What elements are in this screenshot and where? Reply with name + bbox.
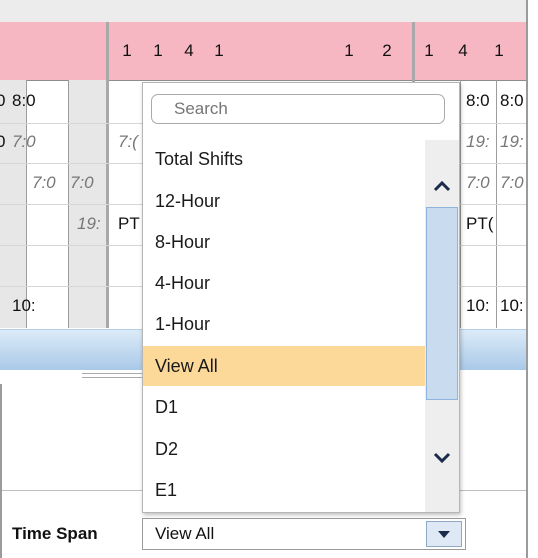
grid-cell: 0 <box>0 132 6 151</box>
grid-cell: 10: <box>466 296 490 315</box>
grid-cell: 7:0 <box>466 173 490 192</box>
grid-cell: 10: <box>12 296 36 315</box>
time-span-label: Time Span <box>12 524 98 543</box>
scroll-thumb[interactable] <box>426 207 458 400</box>
time-span-select[interactable]: View All <box>142 518 466 550</box>
grid-line <box>106 22 109 328</box>
day-number: 1 <box>153 41 163 60</box>
option-d1[interactable]: D1 <box>143 388 425 426</box>
option-e1[interactable]: E1 <box>143 471 425 509</box>
caret-down-icon <box>438 531 450 538</box>
grid-cell: 10: <box>500 296 524 315</box>
grid-cell: 8:0 <box>500 91 524 110</box>
time-span-dropdown-list: Total Shifts 12-Hour 8-Hour 4-Hour 1-Hou… <box>142 82 460 513</box>
scroll-up-button[interactable] <box>425 171 459 201</box>
grid-top-bar <box>0 0 528 23</box>
option-12-hour[interactable]: 12-Hour <box>143 182 425 220</box>
grid-cell: 8:0 <box>12 91 36 110</box>
option-total-shifts[interactable]: Total Shifts <box>143 140 425 178</box>
grid-cell: 7:0 <box>12 132 36 151</box>
time-span-dropdown-button[interactable] <box>426 521 462 547</box>
window-edge <box>0 384 2 558</box>
option-1-hour[interactable]: 1-Hour <box>143 305 425 343</box>
option-8-hour[interactable]: 8-Hour <box>143 223 425 261</box>
option-d2[interactable]: D2 <box>143 430 425 468</box>
grid-cell: 0 <box>0 91 6 110</box>
grid-cell: 7:0 <box>70 173 94 192</box>
date-header-row <box>0 22 528 81</box>
grid-cell: 7:0 <box>32 173 56 192</box>
day-number: 1 <box>494 41 504 60</box>
day-number: 1 <box>344 41 354 60</box>
option-view-all[interactable]: View All <box>143 346 425 386</box>
splitter-grip[interactable] <box>82 373 144 374</box>
chevron-up-icon <box>433 180 451 192</box>
day-number: 1 <box>214 41 224 60</box>
day-number: 4 <box>184 41 194 60</box>
grid-cell: 19: <box>500 132 524 151</box>
grid-cell: 8:0 <box>466 91 490 110</box>
grid-cell: 7:0 <box>500 173 524 192</box>
chevron-down-icon <box>433 452 451 464</box>
scroll-down-button[interactable] <box>425 443 459 473</box>
grid-cell: PT( <box>466 214 494 233</box>
grid-cell: : <box>0 296 1 316</box>
grid-cell: PT <box>118 214 140 233</box>
day-number: 4 <box>458 41 468 60</box>
grid-cell: 19: <box>77 214 101 233</box>
day-number: 1 <box>424 41 434 60</box>
day-number: 2 <box>382 41 392 60</box>
grid-cell: 7:( <box>118 132 138 151</box>
option-4-hour[interactable]: 4-Hour <box>143 264 425 302</box>
time-span-value: View All <box>155 524 215 543</box>
window-edge <box>526 0 528 558</box>
day-number: 1 <box>122 41 132 60</box>
search-input[interactable] <box>151 94 445 124</box>
grid-cell: 19: <box>466 132 490 151</box>
splitter-grip[interactable] <box>82 377 144 378</box>
